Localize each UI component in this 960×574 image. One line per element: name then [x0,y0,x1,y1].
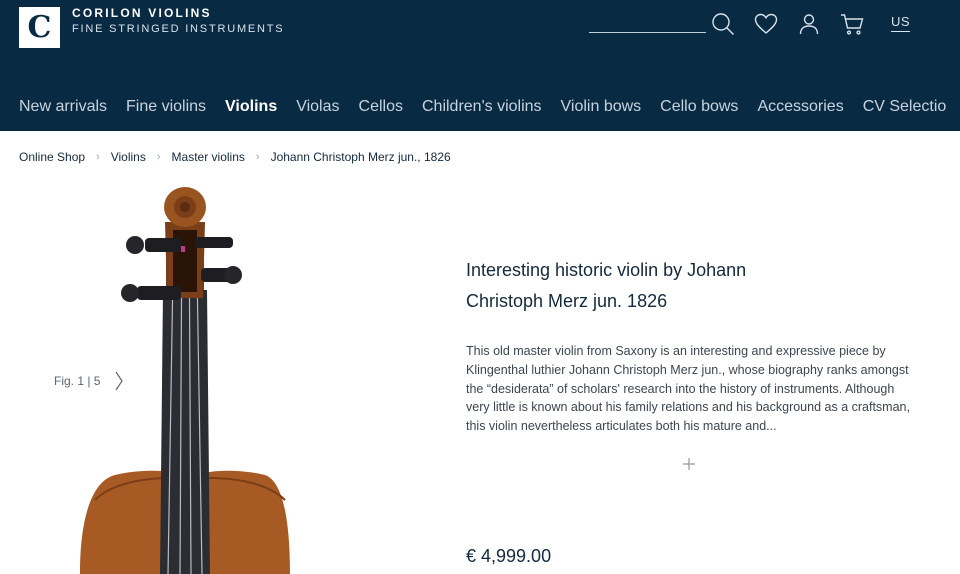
product-title: Interesting historic violin by Johann Ch… [466,255,906,317]
product-image-violin[interactable] [75,180,305,574]
nav-item-fine-violins[interactable]: Fine violins [126,98,206,116]
product-title-line1: Interesting historic violin by Johann [466,260,747,280]
chevron-right-icon: › [255,151,260,163]
breadcrumb: Online Shop › Violins › Master violins ›… [19,150,451,164]
site-header: C CORILON VIOLINS FINE STRINGED INSTRUME… [0,0,960,131]
nav-item-cv-selection[interactable]: CV Selectio [863,98,947,116]
breadcrumb-online-shop[interactable]: Online Shop [19,150,85,164]
nav-item-childrens-violins[interactable]: Children's violins [422,98,542,116]
nav-item-new-arrivals[interactable]: New arrivals [19,98,107,116]
search-icon[interactable] [711,12,735,36]
search-input[interactable] [589,32,706,33]
chevron-right-icon: › [96,151,100,163]
chevron-right-icon: › [156,151,161,163]
breadcrumb-violins[interactable]: Violins [111,150,146,164]
nav-item-accessories[interactable]: Accessories [757,98,843,116]
nav-item-cello-bows[interactable]: Cello bows [660,98,738,116]
product-title-line2: Christoph Merz jun. 1826 [466,291,668,311]
brand-name[interactable]: CORILON VIOLINS [72,6,212,20]
brand-tagline: FINE STRINGED INSTRUMENTS [72,23,285,35]
expand-description-button[interactable] [681,456,697,472]
nav-item-violin-bows[interactable]: Violin bows [561,98,642,116]
logo[interactable]: C [19,7,60,48]
product-description: This old master violin from Saxony is an… [466,344,910,434]
heart-icon[interactable] [754,12,778,36]
country-selector[interactable]: US [891,14,911,32]
main-nav: New arrivals Fine violins Violins Violas… [19,98,960,116]
breadcrumb-master-violins[interactable]: Master violins [172,150,245,164]
breadcrumb-current: Johann Christoph Merz jun., 1826 [270,150,451,164]
nav-item-violins[interactable]: Violins [225,98,277,116]
nav-item-cellos[interactable]: Cellos [359,98,403,116]
product-price: € 4,999.00 [466,546,552,566]
cart-icon[interactable] [840,12,864,36]
user-icon[interactable] [797,12,821,36]
logo-letter: C [27,9,52,45]
nav-item-violas[interactable]: Violas [296,98,339,116]
